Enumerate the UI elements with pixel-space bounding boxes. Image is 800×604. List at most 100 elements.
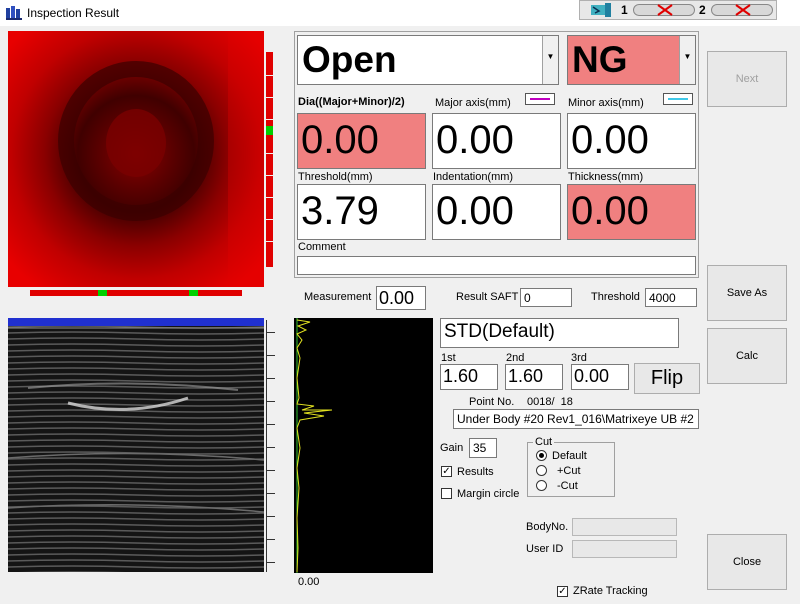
third-label: 3rd (571, 352, 587, 364)
plus-cut-radio[interactable] (536, 465, 547, 476)
dia-label: Dia((Major+Minor)/2) (298, 96, 405, 108)
channel-2-x-icon (735, 4, 751, 16)
ruler-tick (266, 424, 275, 425)
window-title: Inspection Result (27, 6, 120, 20)
ruler-tick (266, 447, 275, 448)
ruler-tick (266, 153, 273, 154)
ruler-tick (266, 401, 275, 402)
threshold-small-field[interactable]: 4000 (645, 288, 697, 307)
first-field[interactable]: 1.60 (440, 364, 498, 390)
channel-1-label: 1 (621, 3, 628, 17)
open-status-value: Open (302, 39, 397, 80)
ruler-tick (266, 539, 275, 540)
channel-2-label: 2 (699, 3, 706, 17)
minus-cut-radio-label: -Cut (557, 480, 578, 492)
c-scan-image[interactable] (8, 31, 264, 287)
results-checkbox[interactable]: ✓ (441, 466, 452, 477)
c-scan-horizontal-marker-1[interactable] (98, 290, 107, 296)
margin-circle-label: Margin circle (457, 488, 520, 500)
zrate-checkbox-label: ZRate Tracking (573, 585, 648, 597)
channel-1-x-icon (657, 4, 673, 16)
calc-button[interactable]: Calc (707, 328, 787, 384)
probe-name-field[interactable]: STD(Default) (440, 318, 679, 348)
flip-button[interactable]: Flip (634, 363, 700, 394)
channel-2-slot[interactable] (711, 4, 773, 16)
default-radio-label: Default (552, 450, 587, 462)
ruler-tick (266, 470, 275, 471)
ruler-tick (266, 493, 275, 494)
c-scan-vertical-ruler (266, 52, 273, 267)
thickness-label: Thickness(mm) (568, 171, 644, 183)
measurement-label: Measurement (304, 291, 372, 303)
measurement-field[interactable]: 0.00 (376, 286, 426, 310)
minor-axis-value: 0.00 (567, 113, 696, 169)
open-status-dropdown[interactable]: Open ▼ (297, 35, 559, 85)
minus-cut-radio[interactable] (536, 480, 547, 491)
body-no-label: BodyNo. (526, 521, 569, 533)
next-button[interactable]: Next (707, 51, 787, 107)
point-no-value: 0018/ 18 (527, 396, 573, 408)
c-scan-horizontal-marker-2[interactable] (189, 290, 198, 296)
gain-label: Gain (440, 442, 464, 454)
results-checkbox-label: Results (457, 466, 494, 478)
ruler-tick (266, 219, 273, 220)
probe-icon[interactable] (589, 2, 613, 18)
ruler-tick (266, 562, 275, 563)
chevron-down-icon[interactable]: ▼ (679, 36, 695, 84)
zrate-checkbox[interactable]: ✓ (557, 586, 568, 597)
threshold-small-label: Threshold (591, 291, 640, 303)
ruler-tick (266, 175, 273, 176)
thickness-value: 0.00 (567, 184, 696, 240)
body-no-field[interactable] (572, 518, 677, 536)
first-label: 1st (441, 352, 456, 364)
major-axis-value: 0.00 (432, 113, 561, 169)
ruler-tick (266, 332, 275, 333)
major-axis-label: Major axis(mm) (435, 97, 511, 109)
threshold-label: Threshold(mm) (298, 171, 373, 183)
plus-cut-radio-label: +Cut (557, 465, 581, 477)
second-label: 2nd (506, 352, 525, 364)
second-field[interactable]: 1.60 (505, 364, 563, 390)
default-radio[interactable] (536, 450, 547, 461)
b-scan-depth-ruler (266, 320, 274, 572)
a-scan-value: 0.00 (298, 576, 320, 588)
ruler-tick (266, 119, 273, 120)
file-path-field[interactable]: Under Body #20 Rev1_016\Matrixeye UB #2 (453, 409, 699, 429)
minor-axis-label: Minor axis(mm) (568, 97, 644, 109)
third-field[interactable]: 0.00 (571, 364, 629, 390)
result-saft-field[interactable]: 0 (520, 288, 572, 307)
channel-1-slot[interactable] (633, 4, 695, 16)
user-id-label: User ID (526, 543, 564, 555)
close-button[interactable]: Close (707, 534, 787, 590)
ruler-tick (266, 378, 275, 379)
ruler-tick (266, 75, 273, 76)
comment-label: Comment (298, 241, 346, 253)
chevron-down-icon[interactable]: ▼ (542, 36, 558, 84)
threshold-value: 3.79 (297, 184, 426, 240)
ng-status-dropdown[interactable]: NG ▼ (567, 35, 696, 85)
major-axis-legend (525, 93, 555, 105)
dia-value: 0.00 (297, 113, 426, 169)
ng-status-value: NG (572, 39, 628, 80)
ruler-tick (266, 516, 275, 517)
ruler-tick (266, 197, 273, 198)
indentation-value: 0.00 (432, 184, 561, 240)
app-icon (6, 6, 22, 20)
gain-field[interactable]: 35 (469, 438, 497, 458)
point-no-label: Point No. (469, 396, 515, 408)
user-id-field[interactable] (572, 540, 677, 558)
minor-axis-legend (663, 93, 693, 105)
save-as-button[interactable]: Save As (707, 265, 787, 321)
indentation-label: Indentation(mm) (433, 171, 514, 183)
cut-label: Cut (533, 436, 555, 448)
ruler-tick (266, 97, 273, 98)
comment-field[interactable] (297, 256, 696, 275)
c-scan-horizontal-ruler (30, 290, 242, 296)
ruler-tick (266, 355, 275, 356)
b-scan-image[interactable] (8, 318, 264, 572)
result-saft-label: Result SAFT (456, 291, 519, 303)
a-scan-plot[interactable] (294, 318, 433, 573)
c-scan-vertical-marker[interactable] (266, 126, 273, 135)
margin-circle-checkbox[interactable] (441, 488, 452, 499)
ruler-tick (266, 241, 273, 242)
